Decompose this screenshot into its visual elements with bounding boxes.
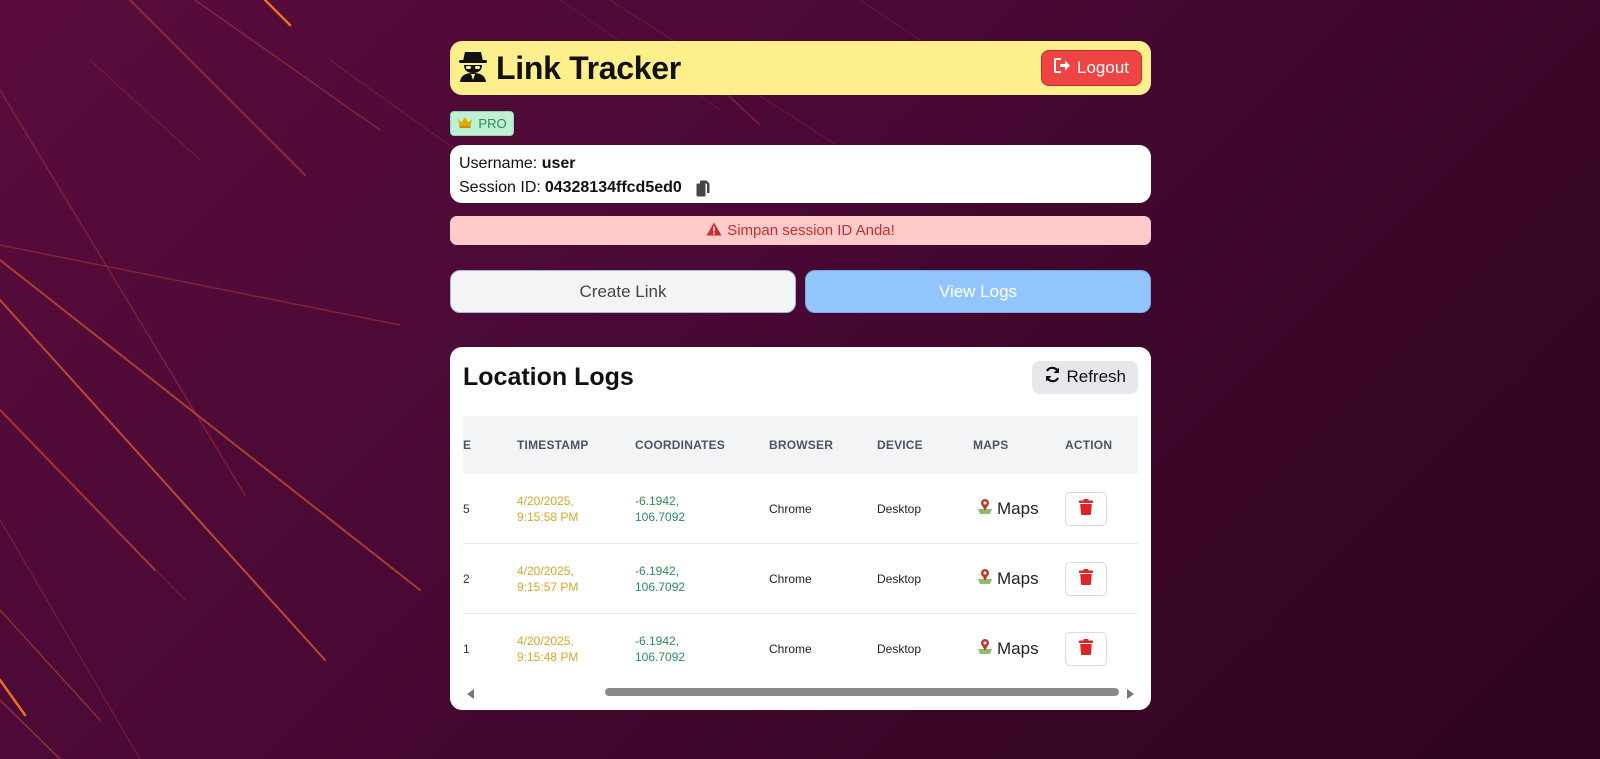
maps-link[interactable]: Maps <box>973 474 1065 543</box>
row-maps-cell: Maps <box>973 614 1065 675</box>
app-title: Link Tracker <box>496 49 681 86</box>
scroll-left-arrow-icon[interactable] <box>467 686 475 704</box>
delete-button[interactable] <box>1065 561 1107 596</box>
row-id: 2 <box>463 571 470 586</box>
maps-link[interactable]: Maps <box>973 614 1065 674</box>
user-info-card: Username: user Session ID: 04328134ffcd5… <box>450 145 1151 203</box>
pro-label: PRO <box>478 116 507 131</box>
spy-icon <box>458 50 488 87</box>
row-timestamp: 4/20/2025, 9:15:57 PM <box>517 563 579 594</box>
table-row: 2 4/20/2025, 9:15:57 PM -6.1942, 106.7092 … <box>463 544 1138 614</box>
location-logs-card: Location Logs Refresh E TIMESTAMP COORDI… <box>450 347 1151 710</box>
row-coordinates: -6.1942, 106.7092 <box>635 563 686 594</box>
row-id: 1 <box>463 641 470 656</box>
column-header-coordinates: COORDINATES <box>635 438 725 452</box>
column-header-id: E <box>463 438 472 452</box>
trash-icon <box>1079 499 1093 518</box>
brand: Link Tracker <box>458 50 681 87</box>
table-row: 5 4/20/2025, 9:15:58 PM -6.1942, 106.7092 … <box>463 474 1138 544</box>
row-timestamp: 4/20/2025, 9:15:48 PM <box>517 633 579 664</box>
scroll-right-arrow-icon[interactable] <box>1126 686 1134 704</box>
refresh-label: Refresh <box>1066 367 1126 386</box>
column-header-timestamp: TIMESTAMP <box>517 438 589 452</box>
horizontal-scrollbar[interactable] <box>463 684 1138 699</box>
scrollbar-thumb[interactable] <box>605 688 1119 696</box>
row-coordinates: -6.1942, 106.7092 <box>635 633 686 664</box>
row-browser: Chrome <box>769 571 812 586</box>
map-pin-icon <box>977 638 993 660</box>
nav-buttons: Create Link View Logs <box>450 270 1151 313</box>
row-action-cell <box>1065 544 1138 614</box>
app-header: Link Tracker Logout <box>450 41 1151 95</box>
row-action-cell <box>1065 614 1138 675</box>
trash-icon <box>1079 569 1093 588</box>
pro-badge: PRO <box>450 111 514 136</box>
table-header-row: E TIMESTAMP COORDINATES BROWSER DEVICE M… <box>463 416 1138 474</box>
refresh-icon <box>1044 366 1061 388</box>
row-maps-cell: Maps <box>973 474 1065 544</box>
refresh-button[interactable]: Refresh <box>1032 360 1138 394</box>
warning-icon <box>706 222 722 240</box>
logs-table: E TIMESTAMP COORDINATES BROWSER DEVICE M… <box>463 416 1138 674</box>
maps-label: Maps <box>997 568 1039 588</box>
row-action-cell <box>1065 474 1138 544</box>
maps-link[interactable]: Maps <box>973 544 1065 613</box>
row-device: Desktop <box>877 641 922 656</box>
delete-button[interactable] <box>1065 631 1107 666</box>
warning-text: Simpan session ID Anda! <box>727 222 895 239</box>
session-row: Session ID: 04328134ffcd5ed0 <box>459 176 1142 200</box>
row-device: Desktop <box>877 571 922 586</box>
username-value: user <box>541 155 576 172</box>
crown-icon <box>457 116 473 131</box>
row-device: Desktop <box>877 501 922 516</box>
maps-label: Maps <box>997 638 1039 658</box>
logout-icon <box>1054 58 1071 78</box>
copy-icon[interactable] <box>696 180 710 197</box>
logs-header: Location Logs Refresh <box>463 360 1138 394</box>
row-browser: Chrome <box>769 641 812 656</box>
trash-icon <box>1079 639 1093 658</box>
create-link-button[interactable]: Create Link <box>450 270 796 313</box>
app-container: Link Tracker Logout PRO Username: user S… <box>450 41 1151 710</box>
table-row: 1 4/20/2025, 9:15:48 PM -6.1942, 106.7092 … <box>463 614 1138 675</box>
logs-table-container[interactable]: E TIMESTAMP COORDINATES BROWSER DEVICE M… <box>463 416 1138 674</box>
username-label: Username: <box>459 155 538 172</box>
row-maps-cell: Maps <box>973 544 1065 614</box>
username-row: Username: user <box>459 152 1142 176</box>
view-logs-button[interactable]: View Logs <box>805 270 1151 313</box>
row-id: 5 <box>463 501 470 516</box>
maps-label: Maps <box>997 498 1039 518</box>
row-browser: Chrome <box>769 501 812 516</box>
logout-button[interactable]: Logout <box>1041 50 1142 86</box>
logs-title: Location Logs <box>463 362 634 391</box>
delete-button[interactable] <box>1065 491 1107 526</box>
row-timestamp: 4/20/2025, 9:15:58 PM <box>517 493 579 524</box>
row-coordinates: -6.1942, 106.7092 <box>635 493 686 524</box>
column-header-maps: MAPS <box>973 438 1009 452</box>
column-header-browser: BROWSER <box>769 438 834 452</box>
session-label: Session ID: <box>459 179 541 196</box>
session-id-value: 04328134ffcd5ed0 <box>544 179 682 196</box>
map-pin-icon <box>977 568 993 590</box>
logout-label: Logout <box>1077 58 1129 77</box>
map-pin-icon <box>977 498 993 520</box>
warning-banner: Simpan session ID Anda! <box>450 216 1151 245</box>
column-header-device: DEVICE <box>877 438 923 452</box>
column-header-action: ACTION <box>1065 438 1113 452</box>
